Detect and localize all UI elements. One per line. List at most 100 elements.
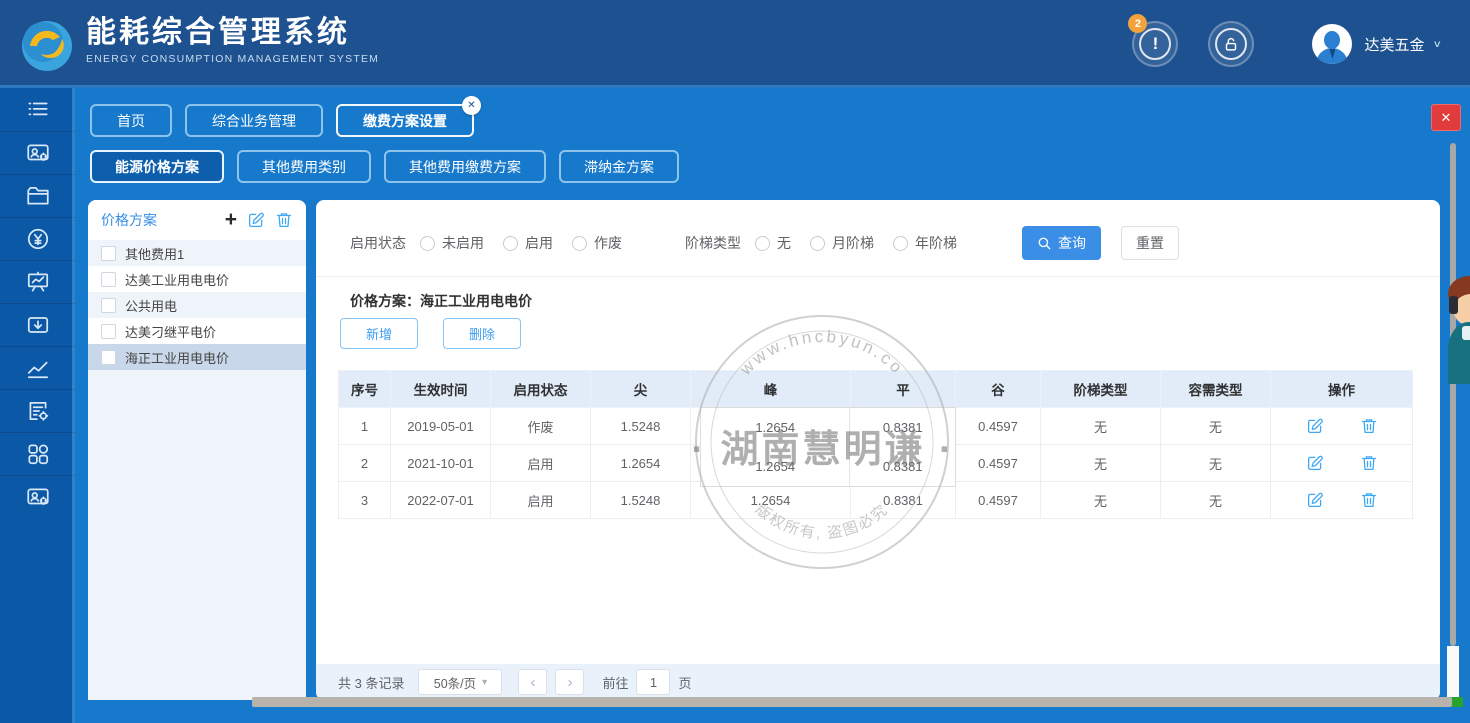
radio-tier-yearly[interactable]: 年阶梯 [893,233,957,253]
sidebar-nav [0,88,75,723]
radio-tier-none[interactable]: 无 [755,233,791,253]
radio-tier-monthly[interactable]: 月阶梯 [810,233,874,253]
plan-list-item[interactable]: 其他费用1 [88,240,306,266]
col-flat: 平 [851,371,956,408]
row-delete-icon[interactable] [1360,454,1378,472]
lock-screen-button[interactable] [1208,21,1254,67]
tab-home[interactable]: 首页 [90,104,172,137]
document-gear-icon [25,398,51,424]
record-count: 共 3 条记录 [338,673,404,692]
sidebar-item-dashboard-board[interactable] [0,260,75,303]
plan-checkbox[interactable] [101,298,116,313]
user-avatar[interactable] [1312,24,1352,64]
plan-list-item[interactable]: 达美工业用电电价 [88,266,306,292]
notifications-button[interactable]: 2 ! [1132,21,1178,67]
app-header: 能耗综合管理系统 ENERGY CONSUMPTION MANAGEMENT S… [0,0,1470,88]
horizontal-scrollbar[interactable] [252,697,1452,707]
sidebar-item-folder[interactable] [0,174,75,217]
user-menu-chevron-icon[interactable]: ∨ [1432,38,1442,50]
alert-icon: ! [1139,28,1171,60]
user-card-gear-icon [25,484,51,510]
add-button[interactable]: 新增 [340,318,418,349]
price-table: 序号 生效时间 启用状态 尖 峰 平 谷 阶梯类型 容需类型 操作 1 2019… [338,370,1413,519]
col-tier-type: 阶梯类型 [1041,371,1161,408]
status-filter-label: 启用状态 [350,233,406,253]
app-subtitle: ENERGY CONSUMPTION MANAGEMENT SYSTEM [86,53,379,65]
plan-checkbox[interactable] [101,350,116,365]
line-chart-icon [25,355,51,381]
row-edit-icon[interactable] [1306,491,1324,509]
sidebar-item-list-menu[interactable] [0,88,75,131]
radio-status-enabled[interactable]: 启用 [503,233,553,253]
radio-icon[interactable] [755,236,770,251]
price-plan-panel-title: 价格方案 [101,210,157,230]
row-delete-icon[interactable] [1360,417,1378,435]
query-button[interactable]: 查询 [1022,226,1101,260]
plan-checkbox[interactable] [101,324,116,339]
plan-checkbox[interactable] [101,272,116,287]
price-plan-panel: 价格方案 + 其他费用1 达美工业用电电价 公共用电 达美刁继平电价 海正工业用… [88,200,306,700]
row-edit-icon[interactable] [1306,417,1324,435]
page-unit-label: 页 [678,673,691,692]
row-edit-icon[interactable] [1306,454,1324,472]
col-operations: 操作 [1271,371,1413,408]
edit-plan-icon[interactable] [247,211,265,229]
sidebar-item-trend[interactable] [0,346,75,389]
radio-icon[interactable] [893,236,908,251]
delete-button[interactable]: 删除 [443,318,521,349]
plan-list-item-selected[interactable]: 海正工业用电电价 [88,344,306,370]
delete-plan-icon[interactable] [275,211,293,229]
page-number-input[interactable] [636,669,670,695]
col-seq: 序号 [339,371,391,408]
apps-grid-icon [25,441,51,467]
dropdown-arrow-icon: ▾ [482,677,487,688]
sidebar-item-user-card[interactable] [0,131,75,174]
plan-checkbox[interactable] [101,246,116,261]
add-plan-icon[interactable]: + [225,211,237,229]
col-peak: 峰 [691,371,851,408]
scroll-corner-indicator [1452,697,1463,707]
username[interactable]: 达美五金 [1364,34,1424,55]
row-delete-icon[interactable] [1360,491,1378,509]
subtab-other-fee-category[interactable]: 其他费用类别 [237,150,371,183]
subtab-energy-price-plan[interactable]: 能源价格方案 [90,150,224,183]
tier-filter-label: 阶梯类型 [685,233,741,253]
goto-label: 前往 [602,673,628,692]
plan-list-item[interactable]: 达美刁继平电价 [88,318,306,344]
scheme-label: 价格方案： [350,293,420,309]
col-sharp: 尖 [591,371,691,408]
radio-status-voided[interactable]: 作废 [572,233,622,253]
col-status: 启用状态 [491,371,591,408]
sidebar-item-import[interactable] [0,303,75,346]
plan-list-item[interactable]: 公共用电 [88,292,306,318]
vertical-scrollbar-track[interactable] [1447,646,1459,697]
customer-service-widget[interactable] [1447,276,1470,404]
subtab-other-fee-payment-plan[interactable]: 其他费用缴费方案 [384,150,546,183]
presentation-chart-icon [25,269,51,295]
radio-icon[interactable] [572,236,587,251]
prev-page-button[interactable]: ‹ [518,669,547,695]
sidebar-item-report-settings[interactable] [0,389,75,432]
close-page-button[interactable]: ✕ [1431,104,1461,131]
col-valley: 谷 [956,371,1041,408]
radio-icon[interactable] [420,236,435,251]
page-size-select[interactable]: 50条/页 ▾ [418,669,502,695]
next-page-button[interactable]: › [555,669,584,695]
sidebar-item-apps[interactable] [0,432,75,475]
pagination-bar: 共 3 条记录 50条/页 ▾ ‹ › 前往 页 [316,664,1440,700]
tab-payment-plan-settings[interactable]: 缴费方案设置 ✕ [336,104,474,137]
sidebar-item-user-card-2[interactable] [0,475,75,518]
radio-status-disabled[interactable]: 未启用 [420,233,484,253]
sub-tabs: 能源价格方案 其他费用类别 其他费用缴费方案 滞纳金方案 [90,150,679,183]
tab-close-icon[interactable]: ✕ [462,96,481,115]
subtab-late-fee-plan[interactable]: 滞纳金方案 [559,150,679,183]
app-logo [16,13,78,75]
radio-icon[interactable] [810,236,825,251]
sidebar-item-currency[interactable] [0,217,75,260]
tab-business-management[interactable]: 综合业务管理 [185,104,323,137]
folder-icon [25,183,51,209]
headset-icon [1449,296,1458,314]
search-icon [1037,236,1052,251]
reset-button[interactable]: 重置 [1121,226,1179,260]
radio-icon[interactable] [503,236,518,251]
